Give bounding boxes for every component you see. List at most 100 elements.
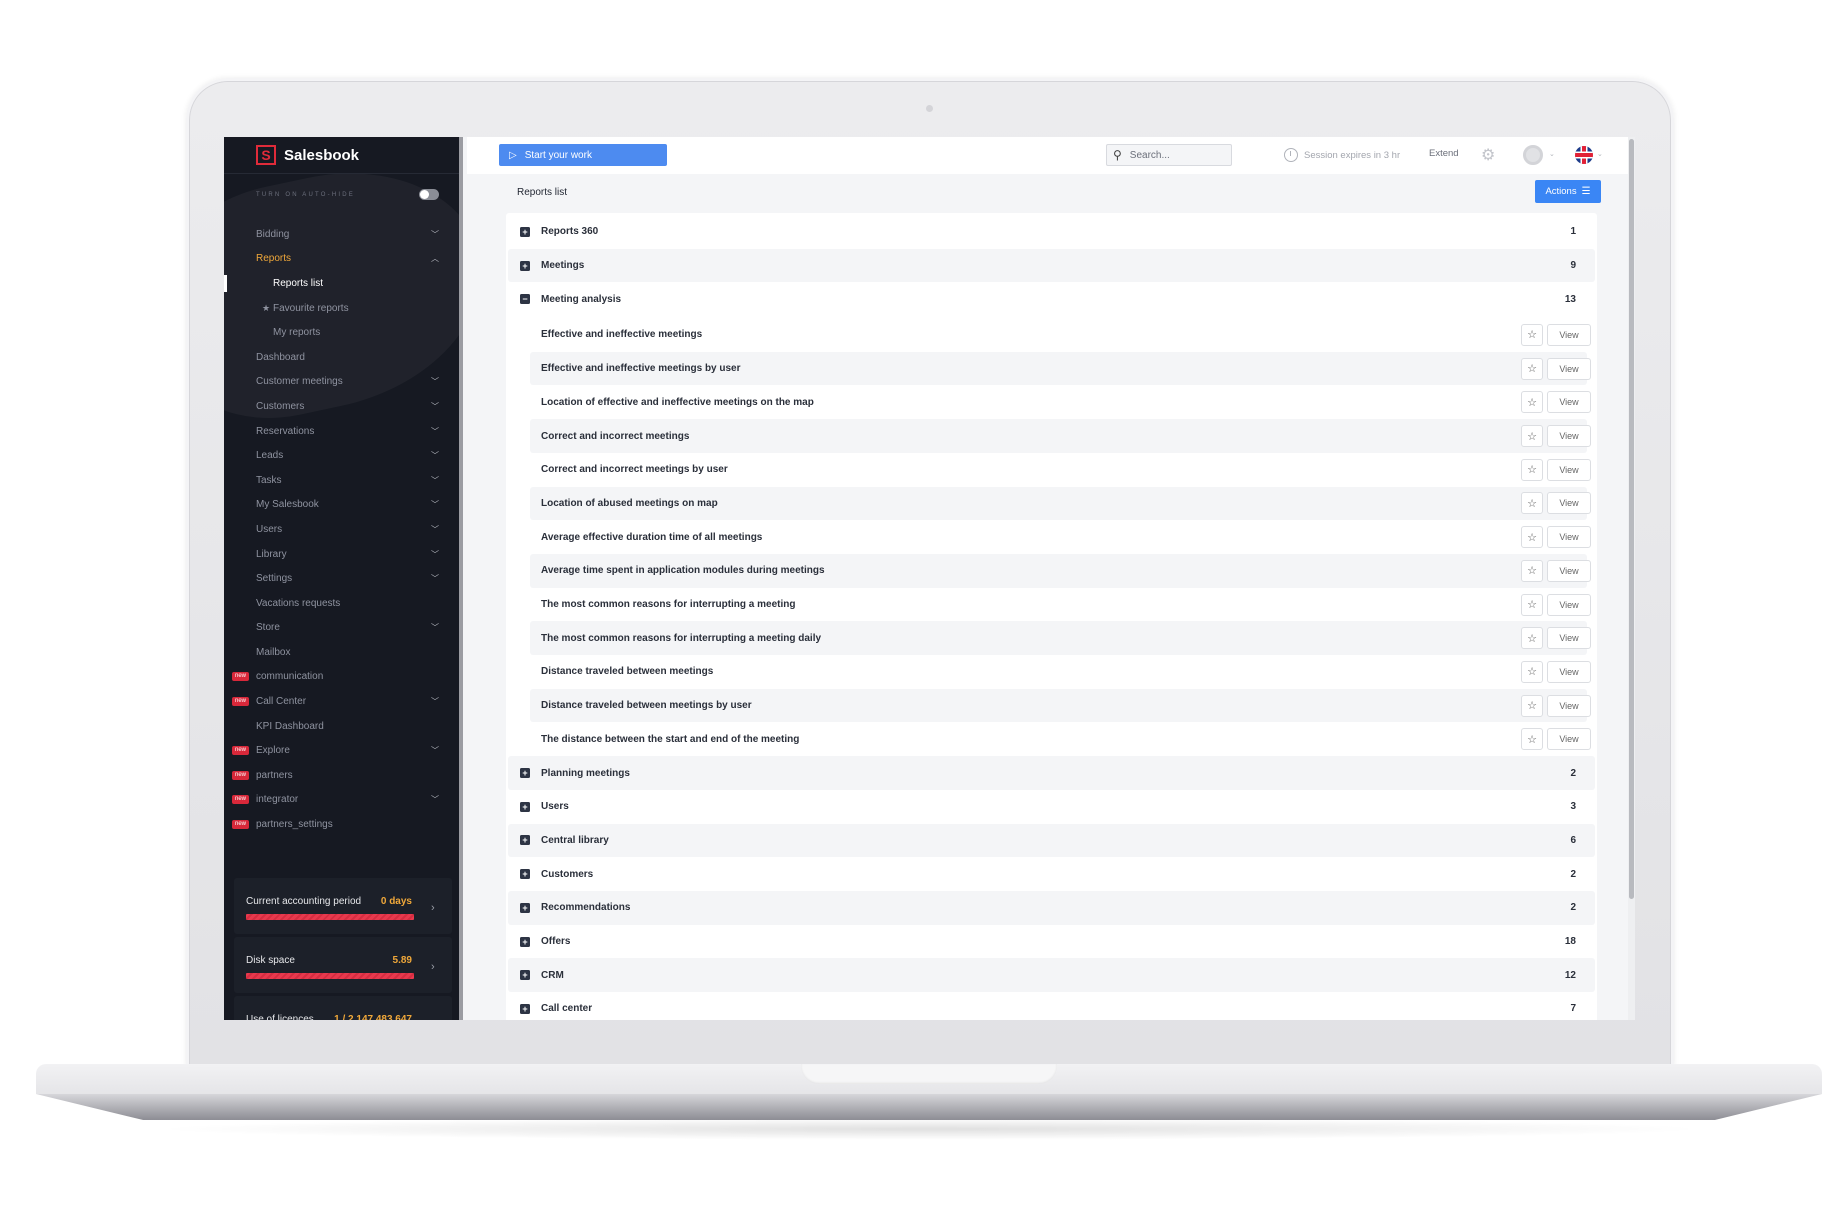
report-group-row[interactable]: + Offers 18: [508, 925, 1595, 959]
chevron-down-icon[interactable]: ﹀: [431, 696, 439, 707]
app-name[interactable]: Salesbook: [284, 147, 359, 164]
report-group-row[interactable]: + CRM 12: [508, 958, 1595, 993]
sidebar-item-integrator[interactable]: new integrator ﹀: [224, 788, 459, 813]
extend-session-link[interactable]: Extend: [1429, 148, 1459, 159]
expand-icon[interactable]: +: [520, 902, 530, 913]
scrollbar[interactable]: [1628, 137, 1635, 1020]
search-input[interactable]: ⚲ Search...: [1106, 144, 1232, 166]
report-group-row[interactable]: + Planning meetings 2: [508, 756, 1595, 790]
gear-icon[interactable]: ⚙: [1481, 145, 1495, 165]
chevron-down-icon[interactable]: ﹀: [431, 794, 439, 805]
sidebar-item-library[interactable]: Library ﹀: [224, 542, 459, 567]
sidebar-item-my-salesbook[interactable]: My Salesbook ﹀: [224, 493, 459, 518]
sidebar-widget-current-accounting-period[interactable]: Current accounting period 0 days ›: [234, 878, 452, 934]
sidebar-item-kpi-dashboard[interactable]: KPI Dashboard: [224, 714, 459, 739]
view-button[interactable]: View: [1547, 728, 1591, 751]
start-work-button[interactable]: ▷ Start your work: [499, 144, 667, 166]
sidebar-item-reports-list[interactable]: Reports list: [224, 271, 459, 296]
sidebar-item-communication[interactable]: new communication: [224, 665, 459, 690]
view-button[interactable]: View: [1547, 559, 1591, 582]
chevron-down-icon[interactable]: ⌄: [1597, 150, 1603, 158]
sidebar-item-partners-settings[interactable]: new partners_settings: [224, 812, 459, 837]
expand-icon[interactable]: +: [520, 1003, 530, 1014]
report-group-row[interactable]: + Central library 6: [508, 823, 1595, 858]
expand-icon[interactable]: +: [520, 835, 530, 846]
sidebar-item-dashboard[interactable]: Dashboard: [224, 345, 459, 370]
chevron-down-icon[interactable]: ﹀: [431, 622, 439, 633]
expand-icon[interactable]: +: [520, 869, 530, 880]
view-button[interactable]: View: [1547, 492, 1591, 515]
chevron-down-icon[interactable]: ﹀: [431, 401, 439, 412]
chevron-down-icon[interactable]: ﹀: [431, 475, 439, 486]
view-button[interactable]: View: [1547, 526, 1591, 549]
expand-icon[interactable]: +: [520, 768, 530, 779]
chevron-down-icon[interactable]: ﹀: [431, 426, 439, 437]
chevron-down-icon[interactable]: ﹀: [431, 376, 439, 387]
favourite-star-button[interactable]: ☆: [1521, 492, 1543, 515]
favourite-star-button[interactable]: ☆: [1521, 357, 1543, 380]
chevron-down-icon[interactable]: ﹀: [431, 499, 439, 510]
sidebar-item-my-reports[interactable]: My reports: [224, 320, 459, 345]
chevron-down-icon[interactable]: ﹀: [431, 549, 439, 560]
actions-button[interactable]: Actions ☰: [1535, 180, 1601, 203]
report-group-row[interactable]: + Customers 2: [508, 857, 1595, 891]
chevron-up-icon[interactable]: ︿: [431, 253, 439, 264]
report-group-row[interactable]: + Reports 360 1: [508, 215, 1595, 249]
sidebar-item-leads[interactable]: Leads ﹀: [224, 443, 459, 468]
report-group-row[interactable]: + Users 3: [508, 790, 1595, 824]
chevron-down-icon[interactable]: ﹀: [431, 229, 439, 240]
chevron-down-icon[interactable]: ﹀: [431, 573, 439, 584]
sidebar-item-call-center[interactable]: new Call Center ﹀: [224, 689, 459, 714]
view-button[interactable]: View: [1547, 593, 1591, 616]
favourite-star-button[interactable]: ☆: [1521, 458, 1543, 481]
view-button[interactable]: View: [1547, 458, 1591, 481]
favourite-star-button[interactable]: ☆: [1521, 728, 1543, 751]
chevron-down-icon[interactable]: ﹀: [431, 524, 439, 535]
view-button[interactable]: View: [1547, 323, 1591, 346]
favourite-star-button[interactable]: ☆: [1521, 694, 1543, 717]
salesbook-logo-icon[interactable]: S: [256, 145, 276, 165]
sidebar-item-customer-meetings[interactable]: Customer meetings ﹀: [224, 370, 459, 395]
uk-flag-icon[interactable]: [1575, 146, 1593, 164]
favourite-star-button[interactable]: ☆: [1521, 425, 1543, 448]
user-avatar[interactable]: [1523, 145, 1543, 165]
sidebar-widget-use-of-licences[interactable]: Use of licences1 / 2 147 483 647›: [234, 996, 452, 1020]
sidebar-item-settings[interactable]: Settings ﹀: [224, 566, 459, 591]
favourite-star-button[interactable]: ☆: [1521, 323, 1543, 346]
sidebar-item-partners[interactable]: new partners: [224, 763, 459, 788]
expand-icon[interactable]: +: [520, 801, 530, 812]
expand-icon[interactable]: +: [520, 970, 530, 981]
sidebar-item-reports[interactable]: Reports ︿: [224, 247, 459, 272]
favourite-star-button[interactable]: ☆: [1521, 391, 1543, 414]
favourite-star-button[interactable]: ☆: [1521, 526, 1543, 549]
sidebar-item-tasks[interactable]: Tasks ﹀: [224, 468, 459, 493]
view-button[interactable]: View: [1547, 357, 1591, 380]
chevron-down-icon[interactable]: ﹀: [431, 745, 439, 756]
view-button[interactable]: View: [1547, 425, 1591, 448]
favourite-star-button[interactable]: ☆: [1521, 559, 1543, 582]
sidebar-widget-disk-space[interactable]: Disk space 5.89 ›: [234, 937, 452, 993]
view-button[interactable]: View: [1547, 627, 1591, 650]
sidebar-item-vacations-requests[interactable]: Vacations requests: [224, 591, 459, 616]
sidebar-item-store[interactable]: Store ﹀: [224, 616, 459, 641]
autohide-toggle[interactable]: [419, 189, 439, 200]
report-group-row[interactable]: + Recommendations 2: [508, 891, 1595, 925]
report-group-row[interactable]: + Call center 7: [508, 992, 1595, 1020]
sidebar-item-bidding[interactable]: Bidding ﹀: [224, 222, 459, 247]
expand-icon[interactable]: +: [520, 936, 530, 947]
expand-icon[interactable]: +: [520, 260, 530, 271]
expand-icon[interactable]: +: [520, 226, 530, 237]
favourite-star-button[interactable]: ☆: [1521, 593, 1543, 616]
chevron-down-icon[interactable]: ﹀: [431, 450, 439, 461]
sidebar-item-explore[interactable]: new Explore ﹀: [224, 738, 459, 763]
favourite-star-button[interactable]: ☆: [1521, 660, 1543, 683]
collapse-icon[interactable]: −: [520, 294, 530, 305]
sidebar-item-mailbox[interactable]: Mailbox: [224, 640, 459, 665]
sidebar-item-favourite-reports[interactable]: ★ Favourite reports: [224, 296, 459, 321]
chevron-down-icon[interactable]: ⌄: [1549, 150, 1555, 158]
report-group-row[interactable]: − Meeting analysis 13: [508, 282, 1595, 316]
report-group-row[interactable]: + Meetings 9: [508, 248, 1595, 283]
sidebar-item-customers[interactable]: Customers ﹀: [224, 394, 459, 419]
view-button[interactable]: View: [1547, 660, 1591, 683]
chevron-right-icon[interactable]: ›: [431, 961, 435, 973]
